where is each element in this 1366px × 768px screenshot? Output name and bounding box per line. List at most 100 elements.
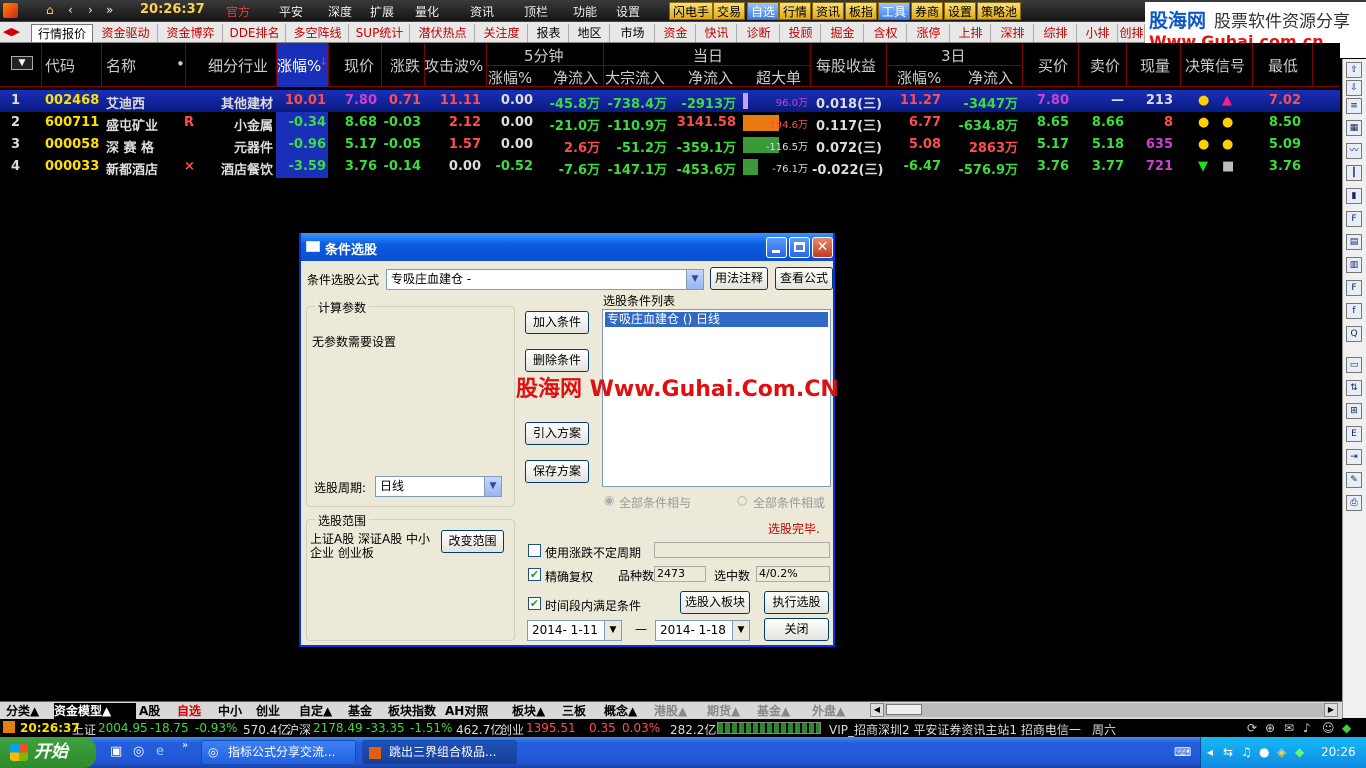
tab-quotes[interactable]: 行情报价 (31, 24, 93, 42)
import-plan-button[interactable]: 引入方案 (525, 422, 589, 445)
header-industry[interactable]: 细分行业 (208, 55, 268, 76)
date-from-select[interactable]: 2014- 1-11 ▼ (527, 620, 622, 641)
bottom-tab[interactable]: 分类▲ (6, 703, 52, 719)
keyboard-icon[interactable]: ⌨ (1174, 745, 1191, 759)
header-attack[interactable]: 攻击波% (424, 55, 483, 76)
header-big-in[interactable]: 大宗流入 (605, 67, 665, 88)
header-today-net[interactable]: 净流入 (688, 67, 733, 88)
bottom-tab[interactable]: 期货▲ (707, 703, 753, 719)
tab-diagnose[interactable]: 诊断 (738, 24, 780, 42)
header-3d-change[interactable]: 涨幅% (897, 67, 941, 88)
bottom-scrollbar[interactable] (884, 703, 1324, 717)
to-block-button[interactable]: 选股入板块 (680, 591, 750, 614)
toolbar-doc-icon[interactable]: ▤ (1346, 234, 1362, 250)
toolbar-table-icon[interactable]: ▦ (1346, 120, 1362, 136)
btn-watchlist[interactable]: 自选 (747, 2, 780, 20)
add-condition-button[interactable]: 加入条件 (525, 311, 589, 334)
view-formula-button[interactable]: 查看公式 (775, 267, 833, 290)
toolbar-line-chart-icon[interactable]: 〰 (1346, 143, 1362, 159)
tray-volume-icon[interactable]: ♫ (1241, 745, 1252, 759)
bottom-tab[interactable]: 港股▲ (654, 703, 704, 719)
tray-security-icon[interactable]: ◆ (1295, 745, 1304, 759)
tab-hidden-hot[interactable]: 潜伏热点 (411, 24, 475, 42)
toolbar-report-icon[interactable]: ▥ (1346, 257, 1362, 273)
tab-fund-drive[interactable]: 资金驱动 (94, 24, 158, 42)
btn-trade[interactable]: 交易 (713, 2, 746, 20)
tab-report[interactable]: 报表 (529, 24, 569, 42)
tray-shield-icon[interactable]: ◈ (1277, 745, 1286, 759)
status-sound-icon[interactable]: ♪ (1303, 721, 1311, 735)
condition-list-item[interactable]: 专吸庄血建仓 () 日线 (605, 312, 828, 327)
toolbar-print-icon[interactable]: ⎙ (1346, 495, 1362, 511)
header-5m-net[interactable]: 净流入 (553, 67, 598, 88)
header-change[interactable]: 涨幅% (277, 55, 321, 76)
radio-and-icon[interactable]: ◉ (604, 493, 614, 507)
close-button[interactable]: 关闭 (764, 618, 829, 641)
bottom-tab[interactable]: 三板 (562, 703, 600, 719)
header-5m-change[interactable]: 涨幅% (488, 67, 532, 88)
tab-limit-up[interactable]: 涨停 (908, 24, 950, 42)
chevron-down-icon[interactable]: ▼ (732, 621, 749, 640)
tab-sz-rank[interactable]: 深排 (992, 24, 1034, 42)
header-ask[interactable]: 卖价 (1090, 55, 1120, 76)
table-row[interactable]: 2 600711 盛屯矿业 R 小金属 -0.34 8.68 -0.03 2.12 0.00 -21… (0, 112, 1340, 134)
toolbar-pen-icon[interactable]: ✎ (1346, 472, 1362, 488)
header-3d-net[interactable]: 净流入 (968, 67, 1013, 88)
chevron-down-icon[interactable]: ▼ (484, 477, 501, 496)
bottom-scroll-right-icon[interactable]: ▶ (1324, 703, 1338, 717)
more-icon[interactable]: » (106, 3, 113, 17)
dialog-titlebar[interactable]: 条件选股 (301, 233, 833, 261)
status-refresh-icon[interactable]: ⟳ (1247, 721, 1257, 735)
tab-small-rank[interactable]: 小排 (1078, 24, 1118, 42)
bottom-tab[interactable]: 板块▲ (512, 703, 558, 719)
btn-flash[interactable]: 闪电手 (669, 2, 714, 20)
status-app-icon[interactable] (3, 721, 15, 733)
menu-topbar[interactable]: 顶栏 (524, 3, 548, 20)
table-row[interactable]: 4 000033 新都酒店 × 酒店餐饮 -3.59 3.76 -0.14 0.00 -0.52 -… (0, 156, 1340, 178)
close-icon[interactable]: ✕ (812, 237, 833, 258)
tab-rights[interactable]: 含权 (865, 24, 907, 42)
toolbar-sort-icon[interactable]: ⇅ (1346, 380, 1362, 396)
tab-fund-game[interactable]: 资金博弈 (159, 24, 223, 42)
bottom-tab[interactable]: 资金模型▲ (54, 703, 136, 719)
tab-gem-rank[interactable]: 创排 (1119, 24, 1145, 42)
header-super[interactable]: 超大单 (756, 67, 801, 88)
toolbar-list-icon[interactable]: ≡ (1346, 98, 1362, 114)
tab-dde[interactable]: DDE排名 (224, 24, 286, 42)
chevron-down-icon[interactable]: ▼ (604, 621, 621, 640)
bottom-tab[interactable]: 板块指数 (388, 703, 442, 719)
column-menu-button[interactable]: ▼ (11, 56, 33, 70)
bottom-tab[interactable]: 自定▲ (299, 703, 345, 719)
btn-setting[interactable]: 设置 (944, 2, 977, 20)
btn-broker[interactable]: 券商 (911, 2, 944, 20)
menu-depth[interactable]: 深度 (328, 3, 352, 20)
tab-capital[interactable]: 资金 (656, 24, 696, 42)
chevron-down-icon[interactable]: ▼ (686, 270, 703, 289)
toolbar-candle-icon[interactable]: ▮ (1346, 188, 1362, 204)
change-range-button[interactable]: 改变范围 (441, 530, 504, 553)
tray-arrow-icon[interactable]: ◂ (1207, 745, 1213, 759)
quicklaunch-ie-icon[interactable]: e (156, 744, 164, 759)
rights-checkbox[interactable]: ✔ (528, 568, 541, 581)
menu-extend[interactable]: 扩展 (370, 3, 394, 20)
toolbar-up-icon[interactable]: ⇧ (1346, 62, 1362, 78)
tab-attention[interactable]: 关注度 (476, 24, 528, 42)
btn-quotes[interactable]: 行情 (779, 2, 812, 20)
tab-flash-news[interactable]: 快讯 (697, 24, 737, 42)
menu-function[interactable]: 功能 (573, 3, 597, 20)
status-shield-icon[interactable]: ◆ (1342, 721, 1351, 735)
run-select-button[interactable]: 执行选股 (764, 591, 829, 614)
toolbar-export-icon[interactable]: ⇥ (1346, 449, 1362, 465)
minimize-button[interactable] (766, 237, 787, 258)
bottom-tab[interactable]: 外盘▲ (812, 703, 866, 719)
toolbar-grid-icon[interactable]: ⊞ (1346, 403, 1362, 419)
quicklaunch-browser-icon[interactable]: ◎ (133, 744, 144, 759)
table-row[interactable]: 3 000058 深 赛 格 元器件 -0.96 5.17 -0.05 1.57 0.00 2.6… (0, 134, 1340, 156)
tab-all-rank[interactable]: 综排 (1035, 24, 1077, 42)
tab-region[interactable]: 地区 (570, 24, 610, 42)
radio-or-icon[interactable]: ○ (737, 493, 747, 507)
tab-longshort[interactable]: 多空阵线 (287, 24, 349, 42)
header-vol[interactable]: 现量 (1140, 55, 1170, 76)
bottom-tab[interactable]: 基金 (348, 703, 386, 719)
bottom-scroll-left-icon[interactable]: ◀ (870, 703, 884, 717)
